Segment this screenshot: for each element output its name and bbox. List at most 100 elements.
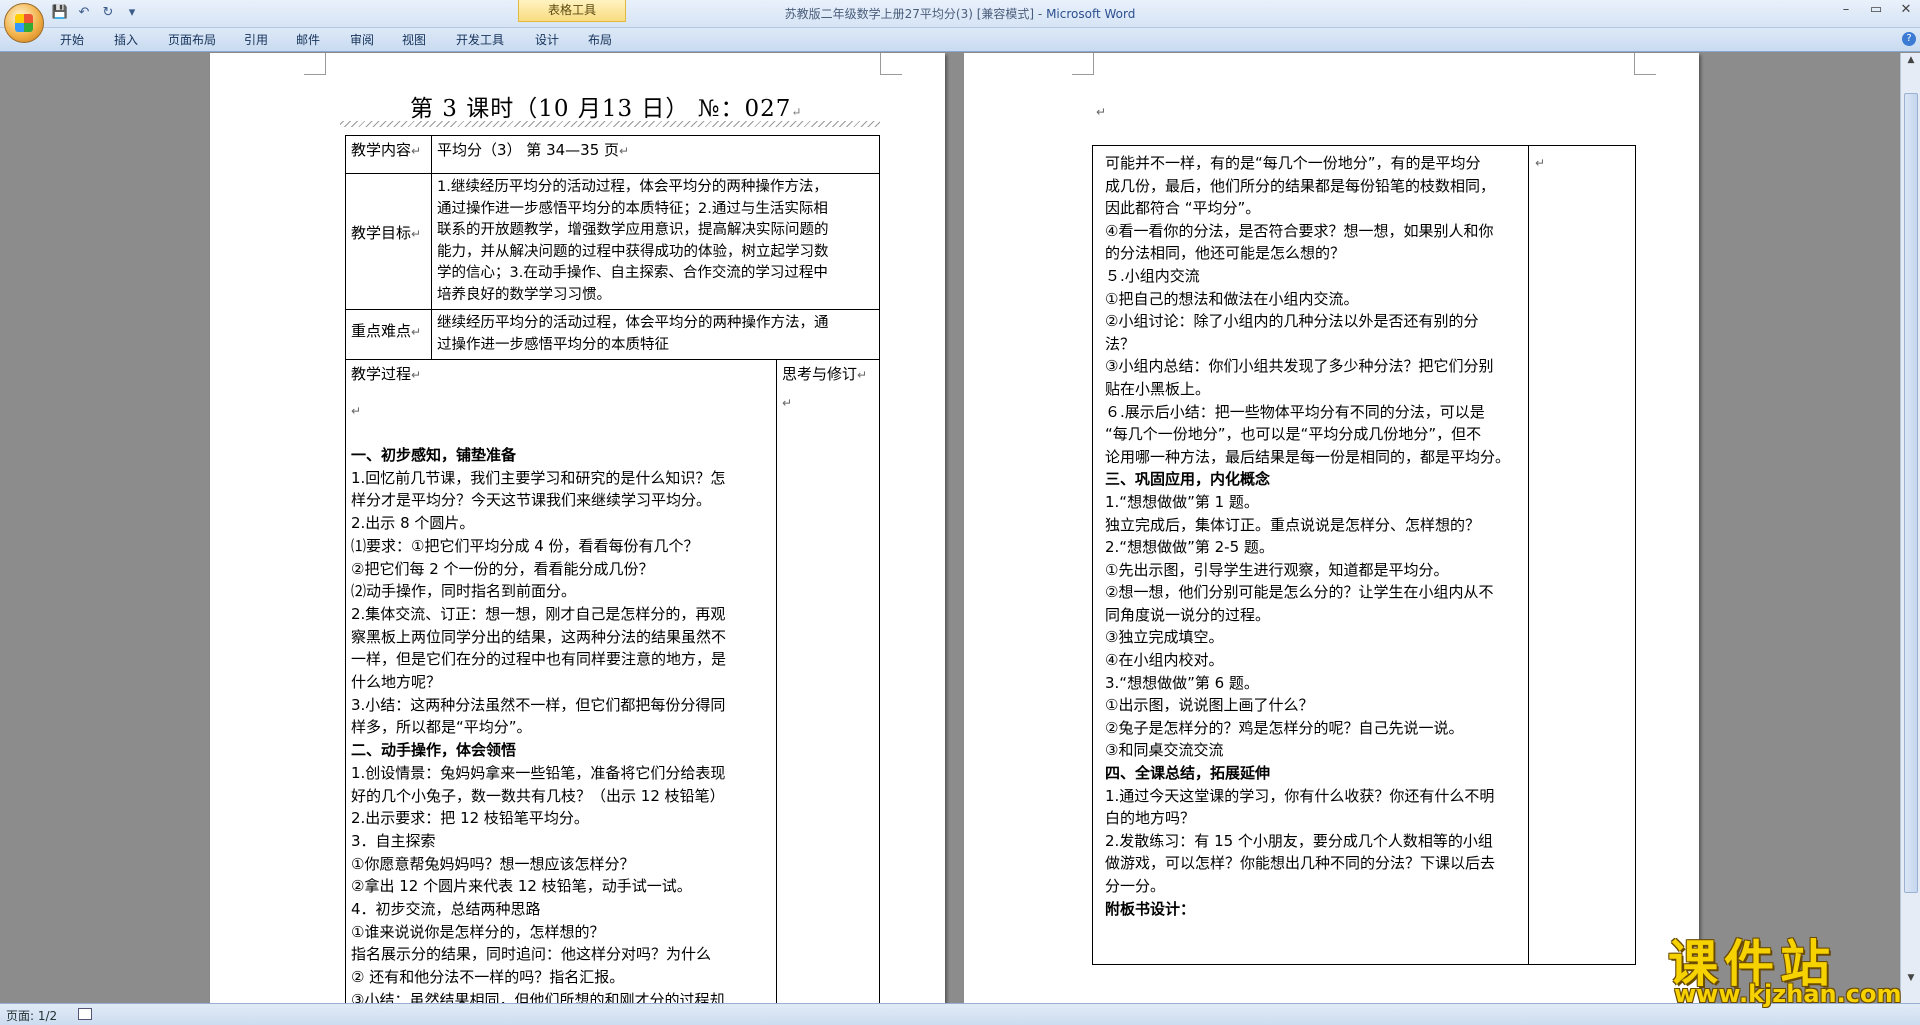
tab-insert[interactable]: 插入 — [114, 31, 138, 48]
section-heading: 四、全课总结，拓展延伸 — [1105, 764, 1271, 783]
text-line: 论用哪一种方法，最后结果是每一份是相同的，都是平均分。 — [1105, 447, 1511, 466]
text-line: 4．初步交流，总结两种思路 — [351, 900, 541, 919]
text-line: 2.出示要求：把 12 枝铅笔平均分。 — [351, 809, 589, 828]
text-line: 样多，所以都是“平均分”。 — [351, 718, 532, 737]
text-line: ② 还有和他分法不一样的吗？指名汇报。 — [351, 968, 625, 987]
document-workspace: 第 3 课时（10 月13 日） №：027↵ 教学内容↵ 平均分（3） 第 3… — [0, 53, 1900, 1003]
revise-label: 思考与修订 — [782, 365, 858, 383]
status-bar: 页面: 1/2 — [0, 1003, 1920, 1025]
text-line: 做游戏，可以怎样？你能想出几种不同的分法？下课以后去 — [1105, 854, 1496, 873]
text-line: 2.“想想做做”第 2-5 题。 — [1105, 538, 1274, 557]
text-line: 的分法相同，他还可能是怎么想的？ — [1105, 244, 1346, 263]
section-heading: 一、初步感知，铺垫准备 — [351, 446, 517, 464]
tab-review[interactable]: 审阅 — [350, 31, 374, 48]
content-label: 教学内容 — [351, 141, 412, 159]
text-line: “每几个一份地分”，也可以是“平均分成几份地分”，但不 — [1105, 425, 1482, 444]
text-line: 1.回忆前几节课，我们主要学习和研究的是什么知识？怎 — [351, 468, 726, 487]
document-page-1[interactable]: 第 3 课时（10 月13 日） №：027↵ 教学内容↵ 平均分（3） 第 3… — [210, 53, 945, 1003]
scroll-down-icon[interactable]: ▼ — [1904, 973, 1918, 987]
text-line: ⑴要求：①把它们平均分成 4 份，看看每份有几个？ — [351, 536, 699, 555]
text-line: ③和同桌交流交流 — [1105, 741, 1224, 760]
tab-mailings[interactable]: 邮件 — [296, 31, 320, 48]
text-line: 2.出示 8 个圆片。 — [351, 514, 475, 533]
table-row: 教学过程↵ ↵ 一、初步感知，铺垫准备 1.回忆前几节课，我们主要学习和研究的是什… — [345, 359, 880, 1003]
text-line: 3.小结：这两种分法虽然不一样，但它们都把每份分得同 — [351, 695, 726, 714]
language-icon[interactable] — [78, 1008, 92, 1020]
key-label-cell[interactable]: 重点难点↵ — [345, 309, 432, 360]
tab-view[interactable]: 视图 — [402, 31, 426, 48]
close-icon[interactable]: ✕ — [1898, 2, 1914, 17]
crop-mark-top-right — [880, 53, 902, 75]
text-line: 2.集体交流、订正：想一想，刚才自己是怎样分的，再观 — [351, 604, 726, 623]
key-label: 重点难点 — [351, 322, 412, 340]
goal-value-cell[interactable]: 1.继续经历平均分的活动过程，体会平均分的两种操作方法， 通过操作进一步感悟平均… — [431, 173, 880, 310]
process-cell[interactable]: 教学过程↵ ↵ 一、初步感知，铺垫准备 1.回忆前几节课，我们主要学习和研究的是什… — [345, 359, 777, 1003]
table-row: 教学目标↵ 1.继续经历平均分的活动过程，体会平均分的两种操作方法， 通过操作进… — [345, 173, 880, 310]
office-logo-icon — [15, 14, 33, 32]
content-value: 平均分（3） 第 34—35 页 — [437, 141, 620, 159]
text-line: 指名展示分的结果，同时追问：他这样分对吗？为什么 — [351, 945, 712, 964]
crop-mark-top-left — [1072, 53, 1094, 75]
key-value-cell[interactable]: 继续经历平均分的活动过程，体会平均分的两种操作方法，通 过操作进一步感悟平均分的… — [431, 309, 880, 360]
text-line: 分一分。 — [1105, 877, 1166, 895]
table-row: 教学内容↵ 平均分（3） 第 34—35 页↵ — [345, 135, 880, 174]
tab-references[interactable]: 引用 — [244, 31, 268, 48]
section-heading: 附板书设计： — [1105, 899, 1196, 918]
watermark-url: www.kjzhan.com — [1674, 980, 1902, 1008]
text-line: ②兔子是怎样分的？鸡是怎样分的呢？自己先说一说。 — [1105, 718, 1464, 737]
text-line: 独立完成后，集体订正。重点说说是怎样分、怎样想的？ — [1105, 515, 1481, 534]
text-line: 样分才是平均分？今天这节课我们来继续学习平均分。 — [351, 491, 712, 510]
text-line: ６.展示后小结：把一些物体平均分有不同的分法，可以是 — [1105, 402, 1485, 421]
content-label-cell[interactable]: 教学内容↵ — [345, 135, 432, 174]
text-line: 好的几个小兔子，数一数共有几枝？（出示 12 枝铅笔） — [351, 786, 725, 805]
text-line: 1.通过今天这堂课的学习，你有什么收获？你还有什么不明 — [1105, 786, 1495, 805]
table-row: 重点难点↵ 继续经历平均分的活动过程，体会平均分的两种操作方法，通 过操作进一步… — [345, 309, 880, 360]
text-line: 察黑板上两位同学分出的结果，这两种分法的结果虽然不 — [351, 627, 727, 646]
revise-cell[interactable]: 思考与修订↵ ↵ — [776, 359, 880, 1003]
text-line: 3.“想想做做”第 6 题。 — [1105, 673, 1259, 692]
text-line: ①你愿意帮兔妈妈吗？想一想应该怎样分？ — [351, 854, 635, 873]
text-line: 什么地方呢？ — [351, 673, 442, 692]
text-line: ②小组讨论：除了小组内的几种分法以外是否还有别的分 — [1105, 312, 1479, 331]
text-line: 同角度说一说分的过程。 — [1105, 605, 1271, 624]
page-counter[interactable]: 页面: 1/2 — [6, 1007, 57, 1024]
site-watermark: 课件站 www.kjzhan.com — [1668, 924, 1901, 1008]
tab-developer[interactable]: 开发工具 — [456, 31, 504, 48]
lesson-title: 第 3 课时（10 月13 日） №：027↵ — [410, 96, 803, 122]
text-line: ③小结：虽然结果相同，但他们所想的和刚才分的过程却 — [351, 990, 725, 1003]
text-line: ②拿出 12 个圆片来代表 12 枝铅笔，动手试一试。 — [351, 877, 692, 896]
restore-icon[interactable]: ▭ — [1868, 2, 1884, 17]
window-title: 苏教版二年级数学上册27平均分(3) [兼容模式] - Microsoft Wo… — [0, 5, 1920, 22]
scroll-thumb[interactable] — [1904, 93, 1918, 893]
document-page-2[interactable]: ↵ 可能并不一样，有的是“每几个一份地分”，有的是平均分 成几份，最后，他们所分的… — [964, 53, 1699, 1003]
text-line: 1.“想想做做”第 1 题。 — [1105, 492, 1259, 511]
vertical-scrollbar[interactable]: ▲ ▼ — [1900, 53, 1920, 1003]
text-line: 3．自主探索 — [351, 831, 436, 850]
title-bar: 💾 ↶ ↻ ▾ 表格工具 苏教版二年级数学上册27平均分(3) [兼容模式] -… — [0, 0, 1920, 43]
tab-page-layout[interactable]: 页面布局 — [168, 31, 216, 48]
tab-home[interactable]: 开始 — [60, 31, 84, 48]
key-line: 继续经历平均分的活动过程，体会平均分的两种操作方法，通 — [437, 315, 829, 331]
text-line: ⑵动手操作，同时指名到前面分。 — [351, 582, 577, 601]
text-line: 法？ — [1105, 334, 1136, 353]
minimize-icon[interactable]: – — [1838, 2, 1854, 17]
crop-mark-top-left — [304, 53, 326, 75]
text-line: 因此都符合 “平均分”。 — [1105, 199, 1261, 218]
text-line: ５.小组内交流 — [1105, 266, 1200, 285]
process-text-continued[interactable]: 可能并不一样，有的是“每几个一份地分”，有的是平均分 成几份，最后，他们所分的结果… — [1105, 152, 1525, 920]
text-line: ①出示图，说说图上画了什么？ — [1105, 696, 1314, 715]
content-value-cell[interactable]: 平均分（3） 第 34—35 页↵ — [431, 135, 880, 174]
text-line: ①把自己的想法和做法在小组内交流。 — [1105, 289, 1359, 308]
process-text: 一、初步感知，铺垫准备 1.回忆前几节课，我们主要学习和研究的是什么知识？怎 样分才… — [351, 444, 771, 1003]
office-button[interactable] — [4, 3, 44, 43]
tab-table-design[interactable]: 设计 — [535, 31, 559, 48]
text-line: ①先出示图，引导学生进行观察，知道都是平均分。 — [1105, 560, 1449, 579]
help-icon[interactable]: ? — [1902, 32, 1916, 46]
process-label: 教学过程 — [351, 365, 412, 383]
scroll-up-icon[interactable]: ▲ — [1904, 55, 1918, 69]
window-controls: – ▭ ✕ — [1838, 2, 1914, 17]
text-line: 可能并不一样，有的是“每几个一份地分”，有的是平均分 — [1105, 154, 1481, 172]
tab-table-layout[interactable]: 布局 — [588, 31, 612, 48]
doc-title-text: 苏教版二年级数学上册27平均分(3) [兼容模式] - — [784, 7, 1047, 21]
goal-label-cell[interactable]: 教学目标↵ — [345, 173, 432, 310]
